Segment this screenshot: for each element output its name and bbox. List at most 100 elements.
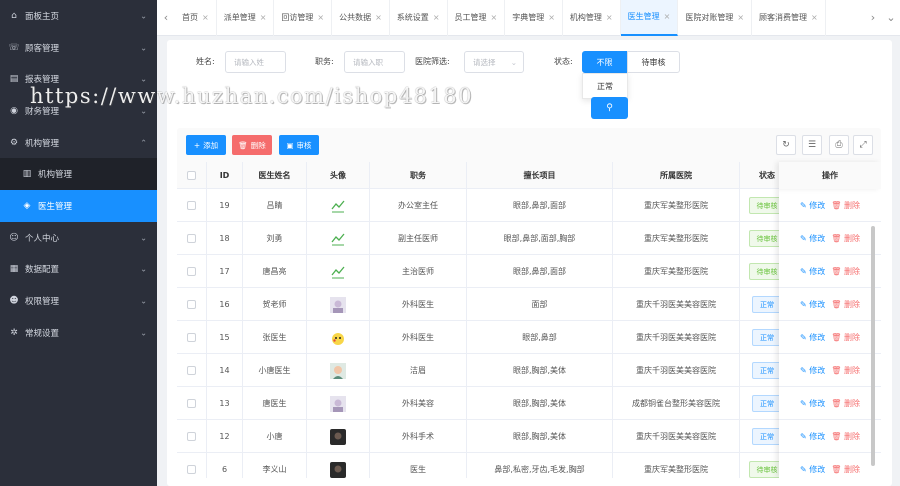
chevron-icon: ⌃ — [140, 138, 147, 148]
close-icon[interactable]: × — [737, 13, 744, 22]
cell-id: 6 — [207, 453, 243, 478]
cell-id: 13 — [207, 387, 243, 420]
close-icon[interactable]: × — [433, 13, 440, 22]
tab-4[interactable]: 系统设置 × — [390, 0, 448, 36]
sidebar-item-label: 医生管理 — [38, 201, 73, 212]
tab-10[interactable]: 顾客消费管理 × — [752, 0, 826, 36]
status-option-pending[interactable]: 待审核 — [627, 51, 680, 73]
fullscreen-icon[interactable]: ⤢ — [853, 135, 873, 155]
select-all-checkbox[interactable] — [187, 171, 196, 180]
tabs-more-icon[interactable]: ⌄ — [882, 0, 900, 36]
refresh-icon[interactable]: ↻ — [776, 135, 796, 155]
row-checkbox[interactable] — [187, 333, 196, 342]
status-dropdown-option-normal[interactable]: 正常 — [582, 73, 628, 99]
close-icon[interactable]: × — [260, 13, 267, 22]
row-checkbox[interactable] — [187, 234, 196, 243]
close-icon[interactable]: × — [606, 13, 613, 22]
row-checkbox[interactable] — [187, 201, 196, 210]
edit-button[interactable]: ✎ 修改 — [800, 398, 825, 409]
hospital-filter-label: 医院筛选: — [415, 57, 450, 66]
close-icon[interactable]: × — [202, 13, 209, 22]
delete-row-button[interactable]: 🗑 删除 — [831, 464, 860, 475]
delete-row-button[interactable]: 🗑 删除 — [831, 200, 860, 211]
delete-row-button[interactable]: 🗑 删除 — [831, 431, 860, 442]
table-row: 12 小唐 外科手术 眼部,胸部,美体 重庆千羽医美美容医院 正常 — [177, 420, 881, 453]
delete-row-button[interactable]: 🗑 删除 — [831, 233, 860, 244]
tab-1[interactable]: 派单管理 × — [217, 0, 275, 36]
close-icon[interactable]: × — [317, 13, 324, 22]
print-icon[interactable]: ⎙ — [829, 135, 849, 155]
tab-6[interactable]: 字典管理 × — [505, 0, 563, 36]
column-list-icon[interactable]: ☰ — [802, 135, 822, 155]
row-checkbox[interactable] — [187, 267, 196, 276]
edit-label: 修改 — [809, 365, 826, 375]
tab-7[interactable]: 机构管理 × — [563, 0, 621, 36]
tabs-next-icon[interactable]: › — [864, 0, 882, 36]
hospital-select[interactable]: 请选择 ⌄ — [464, 51, 524, 73]
delete-row-button[interactable]: 🗑 删除 — [831, 332, 860, 343]
avatar-cell — [307, 420, 370, 453]
sidebar-item-6[interactable]: ◈ 医生管理 — [0, 190, 157, 222]
avatar — [330, 428, 346, 445]
close-icon[interactable]: × — [811, 13, 818, 22]
edit-button[interactable]: ✎ 修改 — [800, 332, 825, 343]
tab-label: 机构管理 — [569, 13, 602, 22]
sidebar-item-4[interactable]: ⚙ 机构管理 ⌃ — [0, 127, 157, 159]
row-checkbox[interactable] — [187, 465, 196, 474]
sidebar-item-9[interactable]: ☻ 权限管理 ⌄ — [0, 285, 157, 317]
edit-button[interactable]: ✎ 修改 — [800, 200, 825, 211]
add-button[interactable]: + 添加 — [186, 135, 226, 155]
delete-row-button[interactable]: 🗑 删除 — [831, 365, 860, 376]
status-option-all[interactable]: 不限 — [582, 51, 627, 73]
close-icon[interactable]: × — [548, 13, 555, 22]
edit-button[interactable]: ✎ 修改 — [800, 464, 825, 475]
status-badge: 正常 — [752, 296, 782, 313]
search-button[interactable]: ⚲ — [591, 97, 628, 119]
sidebar-item-8[interactable]: ▦ 数据配置 ⌄ — [0, 254, 157, 286]
edit-button[interactable]: ✎ 修改 — [800, 365, 825, 376]
close-icon[interactable]: × — [375, 13, 382, 22]
table-scrollbar[interactable] — [871, 226, 875, 466]
row-operations: ✎ 修改 🗑 删除 — [779, 354, 881, 387]
sidebar-item-1[interactable]: ☏ 顾客管理 ⌄ — [0, 32, 157, 64]
delete-button-label: 删除 — [250, 140, 266, 150]
row-checkbox[interactable] — [187, 366, 196, 375]
row-operations: ✎ 修改 🗑 删除 — [779, 189, 881, 222]
avatar — [330, 362, 346, 379]
row-checkbox[interactable] — [187, 432, 196, 441]
user-icon: ☺ — [9, 232, 19, 243]
tabs-prev-icon[interactable]: ‹ — [157, 0, 175, 36]
trash-icon: 🗑 — [831, 365, 842, 375]
tab-2[interactable]: 回访管理 × — [274, 0, 333, 36]
sidebar-item-5[interactable]: ▥ 机构管理 — [0, 158, 157, 191]
row-select-cell — [177, 354, 207, 387]
delete-button[interactable]: 🗑 删除 — [232, 135, 272, 155]
audit-button[interactable]: ▣ 审核 — [279, 135, 319, 155]
tab-0[interactable]: 首页 × — [175, 0, 217, 36]
trash-icon: 🗑 — [238, 140, 248, 150]
close-icon[interactable]: × — [664, 12, 671, 21]
sidebar-item-10[interactable]: ✲ 常规设置 ⌄ — [0, 317, 157, 349]
sidebar-item-7[interactable]: ☺ 个人中心 ⌄ — [0, 222, 157, 254]
tab-8[interactable]: 医生管理 × — [620, 0, 679, 36]
header-select-all[interactable] — [177, 162, 207, 189]
delete-row-button[interactable]: 🗑 删除 — [831, 398, 860, 409]
row-checkbox[interactable] — [187, 300, 196, 309]
edit-button[interactable]: ✎ 修改 — [800, 299, 825, 310]
edit-button[interactable]: ✎ 修改 — [800, 266, 825, 277]
position-input[interactable]: 请输入职 — [344, 51, 405, 73]
row-checkbox[interactable] — [187, 399, 196, 408]
chevron-icon: ⌄ — [140, 296, 147, 306]
status-badge: 正常 — [752, 395, 782, 412]
edit-button[interactable]: ✎ 修改 — [800, 431, 825, 442]
name-input[interactable]: 请输入姓 — [225, 51, 286, 73]
tab-5[interactable]: 员工管理 × — [448, 0, 506, 36]
edit-icon: ✎ — [800, 233, 807, 243]
delete-row-button[interactable]: 🗑 删除 — [831, 266, 860, 277]
edit-button[interactable]: ✎ 修改 — [800, 233, 825, 244]
sidebar-item-0[interactable]: ⌂ 面板主页 ⌄ — [0, 0, 157, 32]
close-icon[interactable]: × — [491, 13, 498, 22]
tab-9[interactable]: 医院对账管理 × — [678, 0, 753, 36]
delete-row-button[interactable]: 🗑 删除 — [831, 299, 860, 310]
tab-3[interactable]: 公共数据 × — [332, 0, 390, 36]
